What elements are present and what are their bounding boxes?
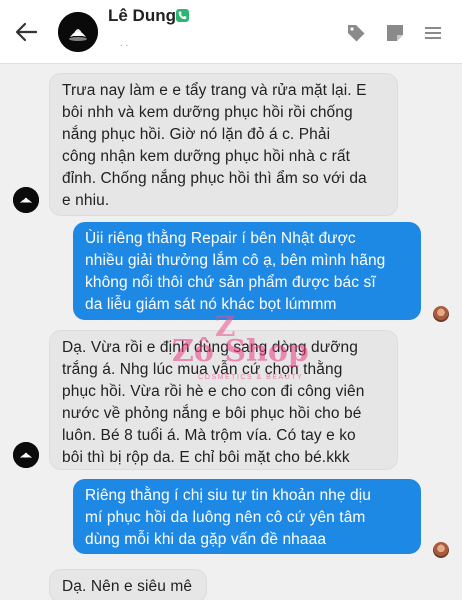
message-incoming[interactable]: Trưa nay làm e e tẩy trang và rửa mặt lạ…	[49, 73, 398, 216]
message-line: luôn. Bé 8 tuổi á. Mà trộm vía. Có tay e…	[62, 427, 356, 444]
sender-avatar[interactable]	[13, 187, 39, 213]
message-line: Dạ. Nên e siêu mê	[62, 578, 193, 595]
message-line: Ùii riêng thằng Repair í bên Nhật được	[85, 230, 356, 247]
message-incoming[interactable]: Dạ. Nên e siêu mê	[49, 569, 207, 600]
message-line: nắng phục hồi. Giờ nó lặn đỏ á c. Phải	[62, 126, 331, 143]
message-line: không nổi thôi chứ sản phẩm được bác sĩ	[85, 274, 376, 291]
message-line: bôi nhh và kem dưỡng phục hồi rồi chống	[62, 104, 353, 121]
chat-header: Lê Dung . .	[0, 0, 462, 64]
tag-icon[interactable]	[345, 22, 367, 44]
message-outgoing[interactable]: Riêng thằng í chị siu tự tin khoản nhẹ d…	[73, 479, 421, 554]
seen-avatar	[433, 306, 449, 322]
message-line: dùng mỗi khi da gặp vấn đề nhaaa	[85, 531, 327, 548]
message-line: bôi thì bị rộp da. E chỉ bôi mặt cho bé.…	[62, 449, 350, 466]
message-line: công nhận kem dưỡng phục hồi nhà c rất	[62, 148, 351, 165]
contact-avatar[interactable]	[58, 12, 98, 52]
phone-icon	[176, 9, 189, 22]
message-line: đỉnh. Chống nắng phục hồi thì ẩm so với …	[62, 170, 367, 187]
sender-avatar[interactable]	[13, 442, 39, 468]
message-line: e nhiu.	[62, 192, 110, 209]
message-incoming[interactable]: Dạ. Vừa rồi e định dùng sang dòng dưỡng …	[49, 330, 398, 470]
message-list[interactable]: Trưa nay làm e e tẩy trang và rửa mặt lạ…	[0, 64, 462, 600]
message-line: Riêng thằng í chị siu tự tin khoản nhẹ d…	[85, 487, 372, 504]
message-line: nhiều giải thưởng lắm cô ạ, bên mình hãn…	[85, 252, 386, 269]
seen-avatar	[433, 542, 449, 558]
message-line: mí phục hồi da luông nên cô cứ yên tâm	[85, 509, 366, 526]
contact-status: . .	[120, 38, 129, 49]
message-line: Trưa nay làm e e tẩy trang và rửa mặt lạ…	[62, 82, 367, 99]
message-line: nước về phỏng nắng e bôi phục hồi cho bé	[62, 405, 362, 422]
back-arrow-icon[interactable]	[12, 18, 40, 46]
message-outgoing[interactable]: Ùii riêng thằng Repair í bên Nhật được n…	[73, 222, 421, 320]
message-line: trắng á. Nhg lúc mua vẫn cứ chọn thằng	[62, 361, 343, 378]
menu-icon[interactable]	[422, 22, 444, 44]
message-line: da liễu giám sát nó khác bọt lúmmm	[85, 296, 337, 313]
contact-name[interactable]: Lê Dung	[108, 6, 176, 26]
message-line: phục hồi. Vừa rồi hè e cho con đi công v…	[62, 383, 365, 400]
note-icon[interactable]	[384, 22, 406, 44]
message-line: Dạ. Vừa rồi e định dùng sang dòng dưỡng	[62, 339, 358, 356]
